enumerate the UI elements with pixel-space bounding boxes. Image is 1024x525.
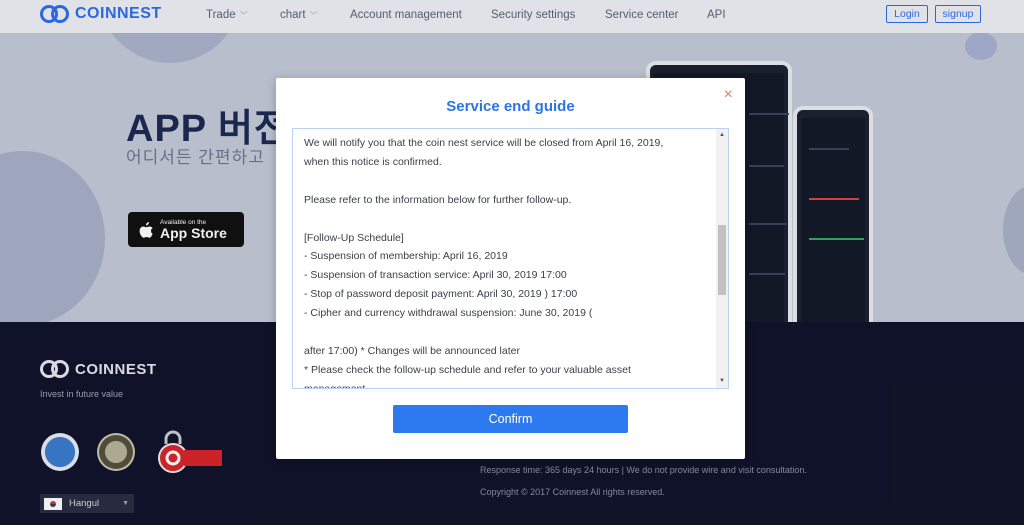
notice-line: [Follow-Up Schedule] <box>304 231 404 244</box>
notice-line: management. <box>304 382 369 389</box>
confirm-button[interactable]: Confirm <box>393 405 628 433</box>
notice-line: Please refer to the information below fo… <box>304 193 572 206</box>
service-end-modal: Service end guide × We will notify you t… <box>276 78 745 459</box>
notice-scrollbar[interactable]: ▲ ▼ <box>716 129 728 388</box>
modal-title: Service end guide <box>446 98 575 115</box>
scrollbar-thumb[interactable] <box>718 225 726 295</box>
scroll-up-arrow-icon[interactable]: ▲ <box>716 130 728 140</box>
notice-body: We will notify you that the coin nest se… <box>304 134 704 389</box>
notice-line <box>304 210 704 229</box>
notice-line: - Cipher and currency withdrawal suspens… <box>304 307 593 320</box>
scroll-down-arrow-icon[interactable]: ▼ <box>716 376 728 386</box>
notice-line: * Please check the follow-up schedule an… <box>304 363 631 376</box>
notice-line <box>304 323 704 342</box>
notice-line: when this notice is confirmed. <box>304 155 442 168</box>
notice-line: - Suspension of membership: April 16, 20… <box>304 250 508 263</box>
notice-textarea[interactable]: We will notify you that the coin nest se… <box>292 128 729 389</box>
notice-line: - Stop of password deposit payment: Apri… <box>304 288 578 301</box>
notice-line: after 17:00) * Changes will be announced… <box>304 344 520 357</box>
notice-line <box>304 172 704 191</box>
close-icon[interactable]: × <box>724 87 733 103</box>
notice-line: - Suspension of transaction service: Apr… <box>304 269 567 282</box>
notice-line: We will notify you that the coin nest se… <box>304 137 664 149</box>
